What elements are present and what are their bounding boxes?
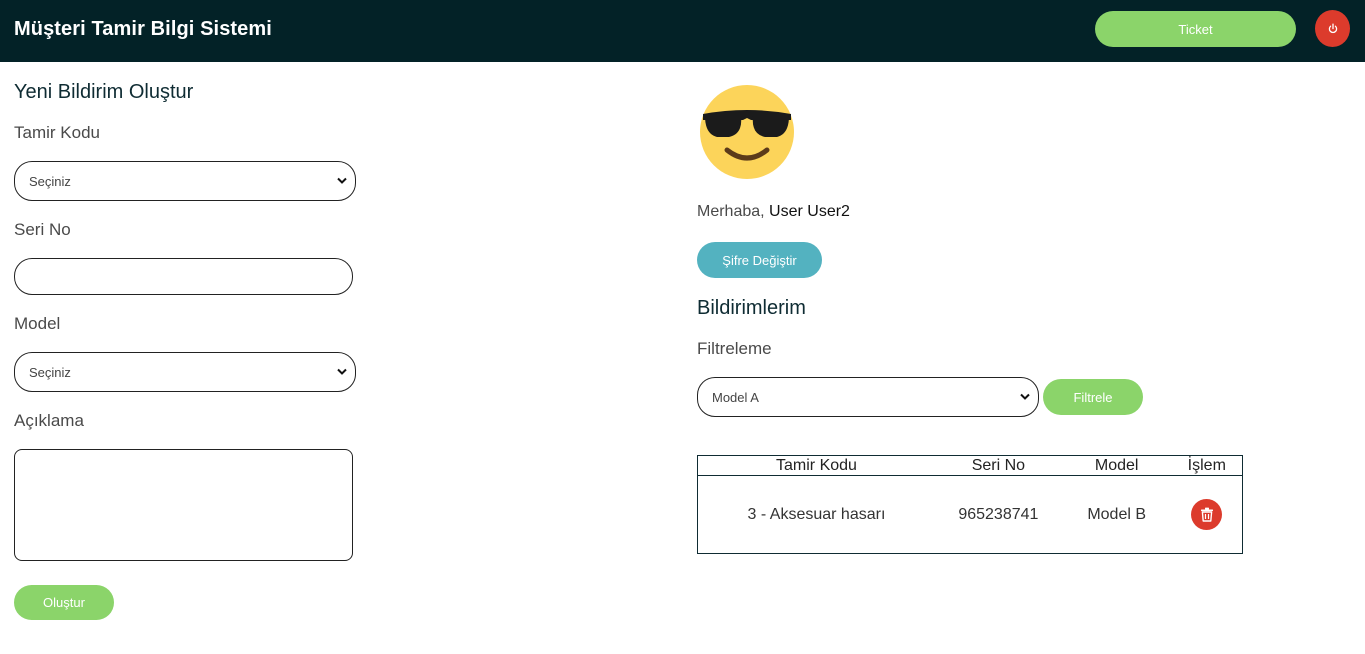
serial-no-label: Seri No <box>14 220 71 239</box>
cell-action <box>1172 476 1243 554</box>
new-report-title: Yeni Bildirim Oluştur <box>14 81 194 103</box>
filter-model-selected: Model A <box>712 389 759 405</box>
model-label: Model <box>14 314 61 333</box>
greeting-text: Merhaba, User User2 <box>697 203 850 221</box>
cell-model: Model B <box>1087 505 1147 523</box>
column-header: Seri No <box>934 455 1062 476</box>
model-selected: Seçiniz <box>29 364 71 380</box>
repair-code-select[interactable]: Seçiniz <box>14 161 356 201</box>
sunglasses-emoji-icon <box>700 85 794 179</box>
model-select[interactable]: Seçiniz <box>14 352 356 392</box>
my-reports-title: Bildirimlerim <box>697 297 806 319</box>
ticket-button[interactable]: Ticket <box>1095 11 1296 47</box>
user-name: User User2 <box>769 203 850 220</box>
trash-icon <box>1200 507 1213 522</box>
column-header: Model <box>1061 455 1172 476</box>
chevron-down-icon <box>1020 393 1030 400</box>
serial-no-input[interactable] <box>14 258 353 295</box>
column-header: İşlem <box>1171 455 1243 476</box>
create-button[interactable]: Oluştur <box>14 585 114 620</box>
filter-label: Filtreleme <box>697 339 772 358</box>
top-navbar: Müşteri Tamir Bilgi Sistemi Ticket <box>0 0 1365 62</box>
description-textarea[interactable] <box>14 449 353 561</box>
repair-code-label: Tamir Kodu <box>14 123 100 142</box>
column-header: Tamir Kodu <box>697 455 935 476</box>
app-title: Müşteri Tamir Bilgi Sistemi <box>14 18 272 40</box>
change-password-button[interactable]: Şifre Değiştir <box>697 242 822 278</box>
repair-code-selected: Seçiniz <box>29 173 71 189</box>
chevron-down-icon <box>337 368 347 375</box>
greeting-prefix: Merhaba, <box>697 203 765 220</box>
table-header-row: Tamir Kodu Seri No Model İşlem <box>697 455 1243 476</box>
reports-table: Tamir Kodu Seri No Model İşlem 3 - Akses… <box>697 455 1243 554</box>
cell-serial-no: 965238741 <box>958 505 1039 523</box>
description-label: Açıklama <box>14 411 84 430</box>
cell-repair-code: 3 - Aksesuar hasarı <box>747 505 886 523</box>
filter-button[interactable]: Filtrele <box>1043 379 1143 415</box>
table-row: 3 - Aksesuar hasarı 965238741 Model B <box>698 476 1243 554</box>
filter-model-select[interactable]: Model A <box>697 377 1039 417</box>
power-icon <box>1328 23 1337 33</box>
chevron-down-icon <box>337 177 347 184</box>
logout-button[interactable] <box>1315 10 1350 47</box>
delete-button[interactable] <box>1191 499 1223 530</box>
